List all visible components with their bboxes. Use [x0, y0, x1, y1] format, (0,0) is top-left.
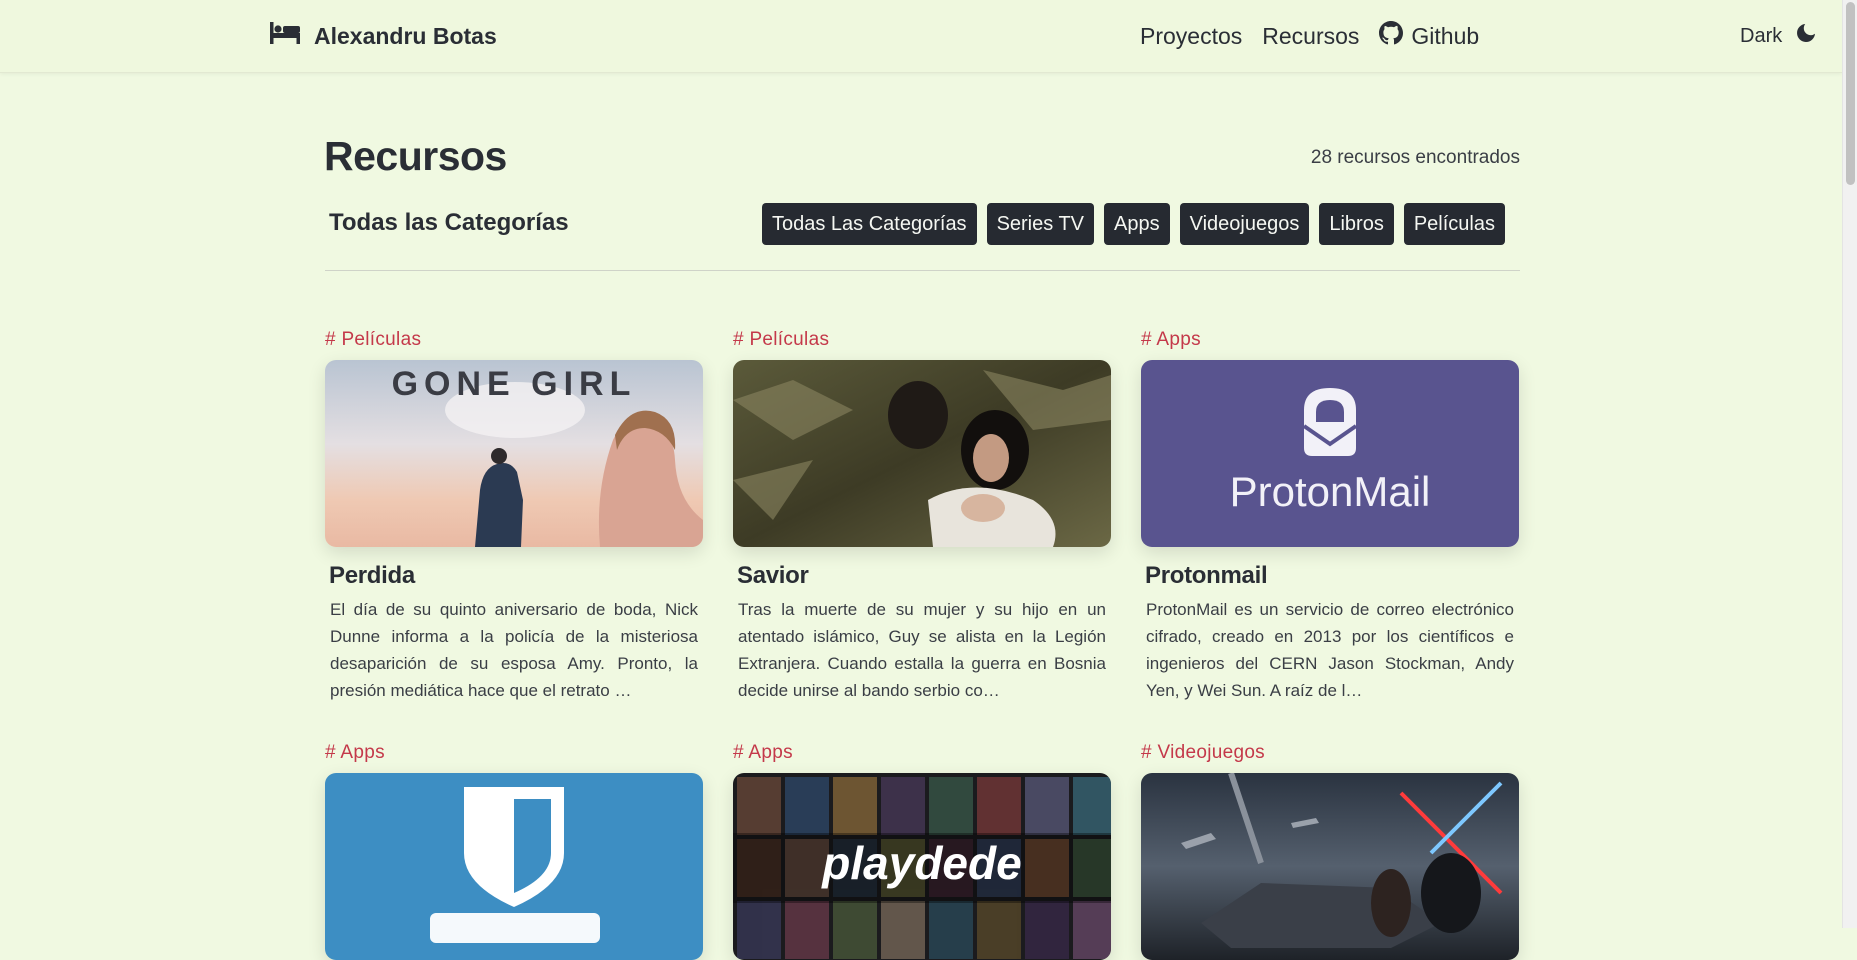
github-label: Github	[1411, 22, 1480, 49]
card-title[interactable]: Savior	[737, 562, 1111, 590]
filter-videojuegos[interactable]: Videojuegos	[1179, 203, 1310, 245]
card-description: Tras la muerte de su mujer y su hijo en …	[738, 600, 1106, 700]
category-title: Todas las Categorías	[329, 209, 569, 236]
card-description: El día de su quinto aniversario de boda,…	[330, 600, 698, 700]
page-title: Recursos	[324, 133, 507, 179]
card-image-text: GONE GIRL	[392, 365, 637, 403]
card-tag[interactable]: # Películas	[325, 328, 703, 356]
card-description: ProtonMail es un servicio de correo elec…	[1146, 600, 1514, 700]
card-tag[interactable]: # Películas	[733, 328, 1111, 356]
brand-link[interactable]: Alexandru Botas	[270, 20, 497, 52]
card-image[interactable]	[733, 360, 1111, 547]
filter-libros[interactable]: Libros	[1319, 203, 1394, 245]
card-tag[interactable]: # Apps	[1141, 328, 1519, 356]
card-image[interactable]: playdede	[733, 773, 1111, 960]
card-image[interactable]: GONE GIRL	[325, 360, 703, 547]
filter-todas[interactable]: Todas Las Categorías	[762, 203, 977, 245]
card-image-text: ProtonMail	[1230, 468, 1431, 515]
filter-series-tv[interactable]: Series TV	[986, 203, 1095, 245]
nav-link-github[interactable]: Github	[1379, 21, 1479, 51]
moon-icon	[1794, 21, 1818, 51]
scrollbar-thumb[interactable]	[1846, 2, 1855, 185]
resource-card[interactable]: # Apps playdede	[733, 741, 1111, 960]
card-image[interactable]	[1141, 773, 1519, 960]
resource-card[interactable]: # Películas GONE GIRL Perdida El día de …	[325, 328, 703, 704]
card-image[interactable]: ProtonMail	[1141, 360, 1519, 547]
card-tag[interactable]: # Apps	[325, 741, 703, 769]
top-navbar: Alexandru Botas Proyectos Recursos Githu…	[0, 0, 1842, 73]
card-tag[interactable]: # Videojuegos	[1141, 741, 1519, 769]
card-image[interactable]	[325, 773, 703, 960]
bed-icon	[270, 22, 300, 50]
theme-label: Dark	[1740, 24, 1783, 47]
page-scrollbar[interactable]	[1842, 0, 1857, 928]
card-title[interactable]: Protonmail	[1145, 562, 1519, 590]
resource-card[interactable]: # Videojuegos	[1141, 741, 1519, 960]
nav-link-recursos[interactable]: Recursos	[1262, 23, 1359, 50]
nav-link-proyectos[interactable]: Proyectos	[1140, 23, 1242, 50]
brand-name: Alexandru Botas	[314, 22, 497, 49]
filter-peliculas[interactable]: Películas	[1403, 203, 1505, 245]
card-image-text: playdede	[820, 837, 1021, 889]
resource-card[interactable]: # Apps ProtonMail Protonmail ProtonMail …	[1141, 328, 1519, 704]
card-title[interactable]: Perdida	[329, 562, 703, 590]
result-count: 28 recursos encontrados	[1310, 147, 1520, 168]
header-divider	[325, 270, 1520, 271]
category-filters: Todas Las Categorías Series TV Apps Vide…	[762, 203, 1505, 245]
card-tag[interactable]: # Apps	[733, 741, 1111, 769]
resource-card[interactable]: # Películas Savior Tras la muerte de su …	[733, 328, 1111, 704]
theme-toggle[interactable]: Dark	[1740, 20, 1818, 52]
resource-card[interactable]: # Apps	[325, 741, 703, 960]
github-icon	[1379, 21, 1404, 51]
nav-links: Proyectos Recursos Github	[1140, 20, 1479, 52]
filter-apps[interactable]: Apps	[1104, 203, 1170, 245]
protonmail-logo-icon	[1302, 388, 1358, 456]
